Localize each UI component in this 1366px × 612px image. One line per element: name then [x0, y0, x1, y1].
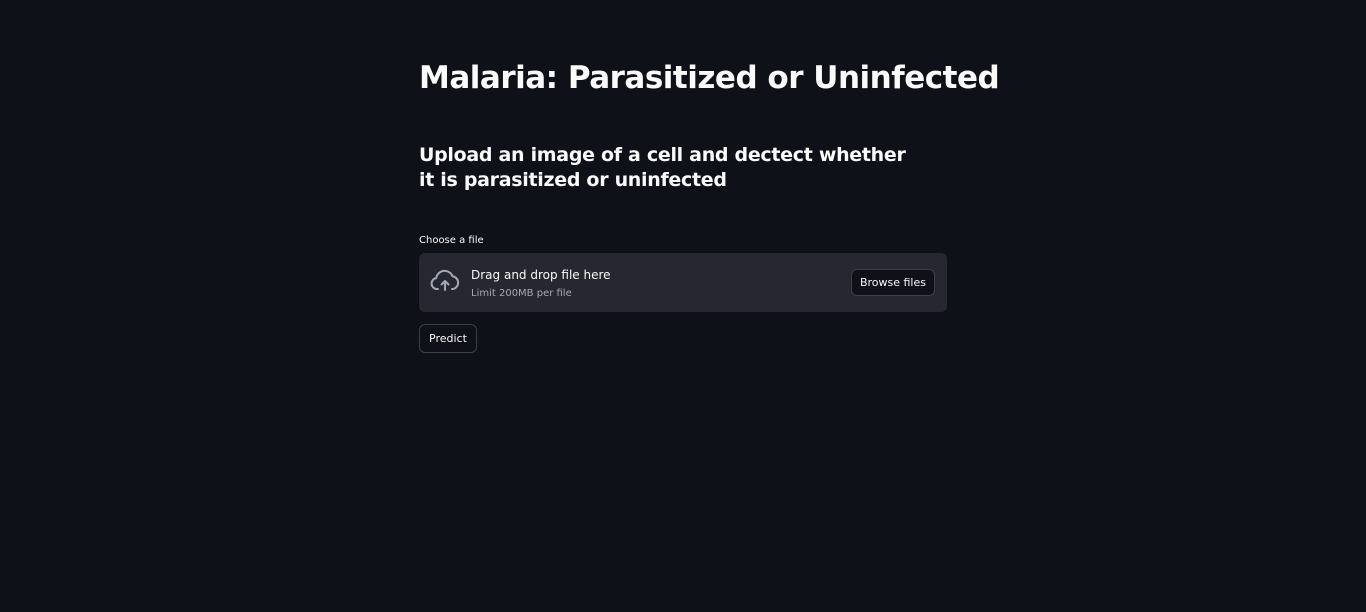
browse-files-button[interactable]: Browse files [850, 269, 935, 296]
file-uploader-label: Choose a file [419, 235, 484, 246]
predict-button[interactable]: Predict [419, 324, 477, 353]
file-dropzone[interactable]: Drag and drop file here Limit 200MB per … [419, 253, 947, 312]
dropzone-instructions: Drag and drop file here [471, 268, 611, 282]
cloud-upload-icon [430, 269, 460, 295]
page-title: Malaria: Parasitized or Uninfected [419, 60, 1000, 96]
page-subtitle: Upload an image of a cell and dectect wh… [419, 144, 906, 191]
dropzone-size-limit: Limit 200MB per file [471, 288, 572, 299]
